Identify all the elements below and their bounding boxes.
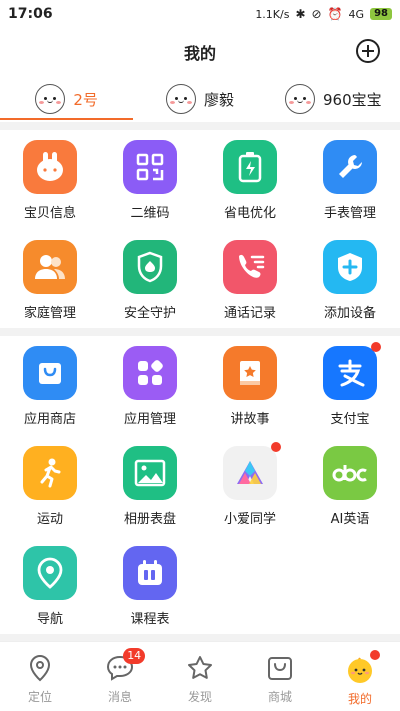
grid-label: 添加设备	[323, 306, 376, 321]
nav-label: 发现	[187, 690, 212, 704]
apps-grid: 应用商店 应用管理 讲故事 支付宝 运动 相册表盘 小爱同学 AI英语 导航 课…	[0, 334, 400, 634]
page-title: 我的	[183, 44, 216, 63]
page-header: 我的	[0, 30, 400, 74]
nav-discover[interactable]: 发现	[160, 642, 240, 711]
grid-item-power-saving[interactable]: 省电优化	[200, 128, 300, 228]
notification-dot	[370, 650, 380, 660]
family-icon	[23, 240, 77, 294]
grid-item-ai-english[interactable]: AI英语	[300, 434, 400, 534]
grid-label: 课程表	[130, 612, 170, 627]
grid-label: 相册表盘	[123, 512, 176, 527]
grid-item-add-device[interactable]: 添加设备	[300, 228, 400, 328]
location-pin-icon	[23, 546, 77, 600]
star-icon	[188, 656, 212, 679]
grid-item-watch-manage[interactable]: 手表管理	[300, 128, 400, 228]
grid-item-photo-watchface[interactable]: 相册表盘	[100, 434, 200, 534]
grid-item-qr-code[interactable]: 二维码	[100, 128, 200, 228]
status-indicators: 1.1K/s ✱ ⊘ ⏰ 4G 98	[255, 7, 392, 21]
grid-item-navigation[interactable]: 导航	[0, 534, 100, 634]
message-count-badge: 14	[123, 648, 146, 664]
tab-label: 2号	[73, 90, 98, 109]
storybook-icon	[223, 346, 277, 400]
grid-item-xiaoai[interactable]: 小爱同学	[200, 434, 300, 534]
tab-child-2[interactable]: 廖毅	[133, 76, 266, 122]
grid-label: 讲故事	[230, 412, 270, 427]
tab-child-3[interactable]: 960宝宝	[267, 76, 400, 122]
rabbit-face-icon	[23, 140, 77, 194]
shield-icon	[123, 240, 177, 294]
grid-label: AI英语	[330, 512, 370, 527]
grid-label: 通话记录	[223, 306, 276, 321]
grid-label: 运动	[36, 512, 63, 527]
notification-dot	[271, 442, 281, 452]
photo-icon	[123, 446, 177, 500]
xiaoai-icon	[223, 442, 281, 500]
shop-bag-icon	[268, 657, 292, 680]
grid-item-schedule[interactable]: 课程表	[100, 534, 200, 634]
grid-label: 导航	[36, 612, 63, 627]
grid-item-app-store[interactable]: 应用商店	[0, 334, 100, 434]
grid-label: 二维码	[130, 206, 170, 221]
grid-item-app-manage[interactable]: 应用管理	[100, 334, 200, 434]
battery-icon: 98	[370, 8, 392, 20]
child-avatar-icon	[165, 84, 196, 114]
phone-log-icon	[223, 240, 277, 294]
tab-child-1[interactable]: 2号	[0, 76, 134, 122]
nav-me[interactable]: 我的	[320, 642, 400, 711]
grid-label: 应用管理	[123, 412, 176, 427]
nav-label: 消息	[107, 690, 132, 704]
nav-label: 定位	[27, 690, 52, 704]
grid-label: 应用商店	[23, 412, 76, 427]
alipay-icon	[323, 342, 381, 400]
apps-icon	[123, 346, 177, 400]
abc-icon	[323, 446, 377, 500]
running-icon	[23, 446, 77, 500]
battery-icon	[223, 140, 277, 194]
store-bag-icon	[23, 346, 77, 400]
nav-label: 商城	[267, 690, 292, 704]
notification-dot	[371, 342, 381, 352]
calendar-icon	[123, 546, 177, 600]
grid-item-alipay[interactable]: 支付宝	[300, 334, 400, 434]
grid-label: 手表管理	[323, 206, 376, 221]
bottom-navigation: 定位 14 消息 发现 商城 我的	[0, 641, 400, 711]
grid-label: 小爱同学	[223, 512, 276, 527]
child-avatar-icon	[285, 84, 315, 114]
grid-label: 宝贝信息	[23, 206, 76, 221]
bluetooth-icon: ✱	[295, 7, 306, 21]
network-type: 4G	[348, 7, 365, 21]
grid-item-storytelling[interactable]: 讲故事	[200, 334, 300, 434]
add-circle-icon[interactable]	[356, 39, 380, 63]
status-time: 17:06	[8, 6, 53, 22]
qr-code-icon	[123, 140, 177, 194]
child-tabs: 2号 廖毅 960宝宝	[0, 76, 400, 122]
tab-label: 廖毅	[203, 90, 234, 109]
grid-item-sports[interactable]: 运动	[0, 434, 100, 534]
grid-item-family-manage[interactable]: 家庭管理	[0, 228, 100, 328]
network-speed: 1.1K/s	[255, 7, 290, 21]
grid-item-call-log[interactable]: 通话记录	[200, 228, 300, 328]
status-bar: 17:06 1.1K/s ✱ ⊘ ⏰ 4G 98	[0, 0, 400, 28]
nav-label: 我的	[347, 692, 372, 706]
grid-label: 家庭管理	[23, 306, 76, 321]
grid-item-safety[interactable]: 安全守护	[100, 228, 200, 328]
alarm-icon: ⏰	[327, 7, 343, 21]
device-settings-grid: 宝贝信息 二维码 省电优化 手表管理 家庭管理 安全守护 通话记录 添加设备	[0, 128, 400, 328]
grid-label: 省电优化	[223, 206, 276, 221]
child-avatar-icon	[35, 84, 66, 114]
nav-location[interactable]: 定位	[0, 642, 80, 711]
grid-label: 支付宝	[330, 412, 370, 427]
grid-item-baby-info[interactable]: 宝贝信息	[0, 128, 100, 228]
wrench-icon	[323, 140, 377, 194]
grid-label: 安全守护	[123, 306, 176, 321]
nav-shop[interactable]: 商城	[240, 642, 320, 711]
tab-label: 960宝宝	[323, 90, 382, 109]
nav-messages[interactable]: 14 消息	[80, 642, 160, 711]
location-icon	[29, 654, 51, 682]
add-device-icon	[323, 240, 377, 294]
mute-icon: ⊘	[311, 7, 322, 21]
